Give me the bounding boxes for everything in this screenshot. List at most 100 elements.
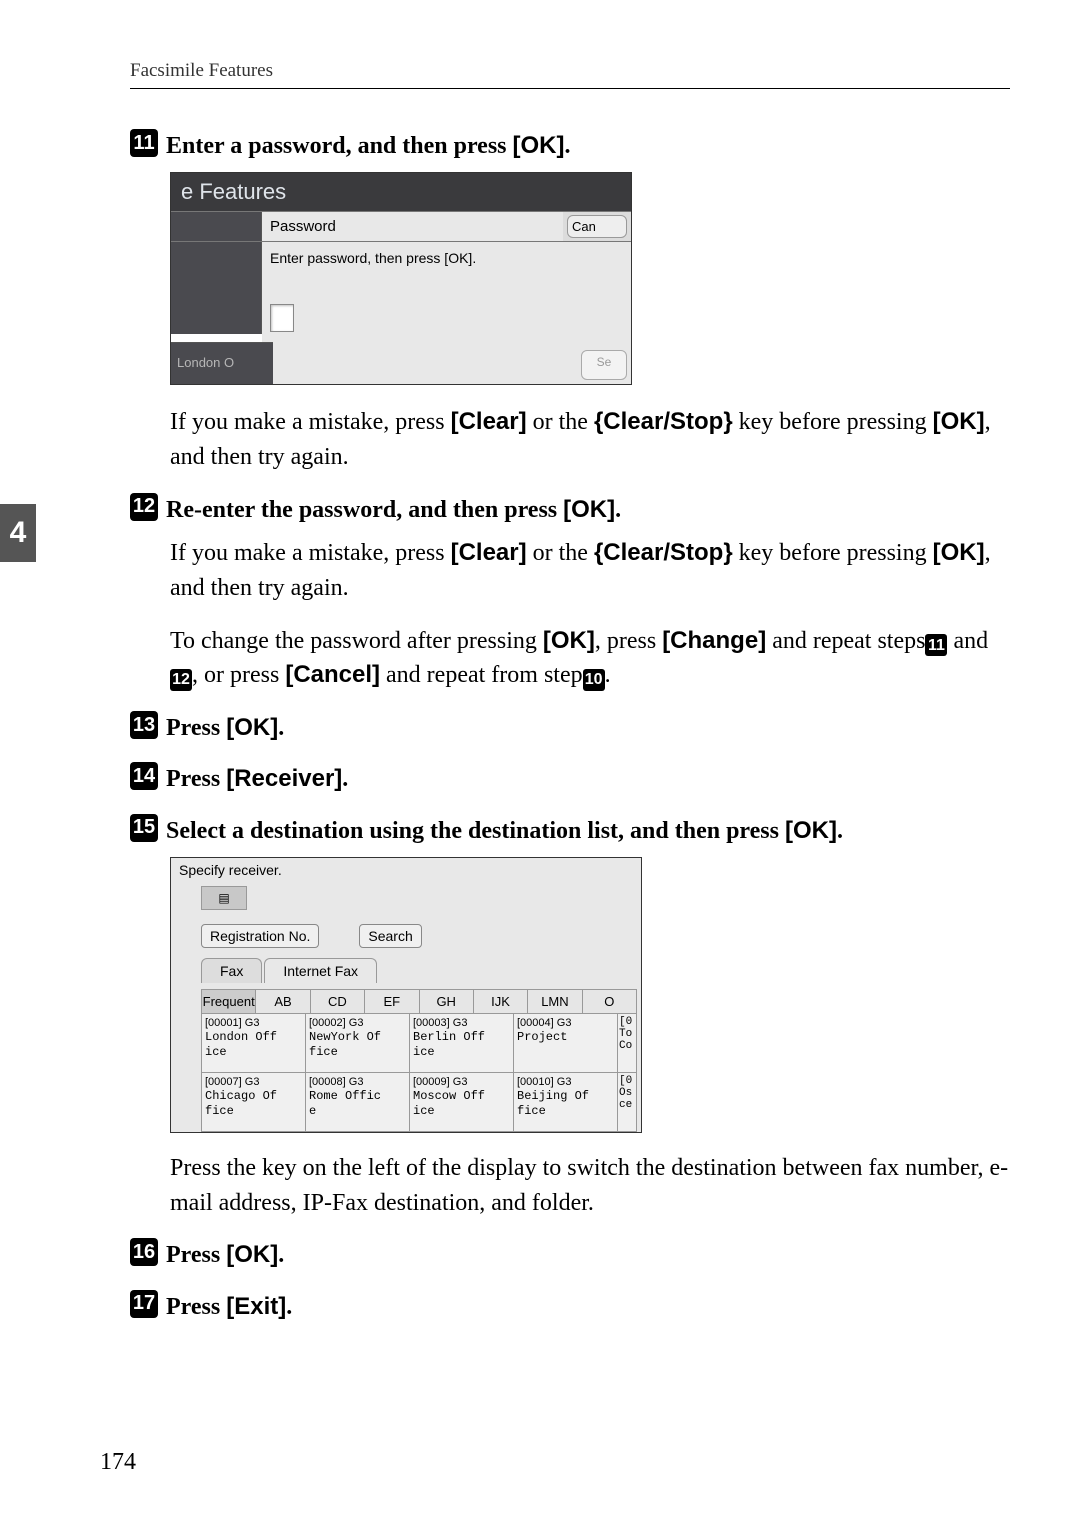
step-14-number: 14 bbox=[130, 762, 158, 790]
dest-row2-partial[interactable]: [0 Os ce bbox=[618, 1072, 637, 1132]
p3f: and bbox=[947, 628, 988, 654]
p1-ok: [OK] bbox=[933, 408, 985, 435]
p1a: If you make a mistake, press bbox=[170, 409, 451, 435]
dest-row-1: [00001] G3London Off ice [00002] G3NewYo… bbox=[201, 1013, 637, 1073]
mode-tab-internetfax[interactable]: Internet Fax bbox=[264, 958, 377, 983]
ss1-se-button[interactable]: Se bbox=[581, 350, 627, 380]
step-17-number: 17 bbox=[130, 1290, 158, 1318]
dest-00008[interactable]: [00008] G3Rome Offic e bbox=[306, 1072, 410, 1132]
ss1-leftcol-top bbox=[171, 212, 262, 241]
p1-clear: [Clear] bbox=[451, 408, 527, 435]
ss1-london-label: London O bbox=[171, 342, 273, 384]
p3a: To change the password after pressing bbox=[170, 628, 543, 654]
p1g: key before pressing bbox=[733, 409, 933, 435]
step-12-title-a: Re-enter the password, and then press bbox=[166, 497, 563, 523]
step-14-receiver: [Receiver] bbox=[226, 765, 342, 792]
dest-00010-code: [00010] G3 bbox=[517, 1076, 571, 1088]
alpha-ab[interactable]: AB bbox=[256, 990, 310, 1013]
screenshot-password: e Features Password Can Enter password, … bbox=[170, 172, 632, 385]
ss1-password-input[interactable] bbox=[270, 304, 294, 332]
step-15-title-c: . bbox=[837, 818, 843, 844]
alpha-lmn[interactable]: LMN bbox=[528, 990, 582, 1013]
p2a: If you make a mistake, press bbox=[170, 540, 451, 566]
p3g: , or press bbox=[192, 662, 285, 688]
step-16-title-c: . bbox=[278, 1242, 284, 1268]
p3-cancel: [Cancel] bbox=[285, 661, 380, 688]
p3c: , press bbox=[595, 628, 662, 654]
step-11-number: 11 bbox=[130, 129, 158, 157]
step-15-title-a: Select a destination using the destinati… bbox=[166, 818, 785, 844]
p3-ok: [OK] bbox=[543, 627, 595, 654]
dest-00002-code: [00002] G3 bbox=[309, 1017, 363, 1029]
dest-00009-code: [00009] G3 bbox=[413, 1076, 467, 1088]
alpha-o[interactable]: O bbox=[583, 990, 636, 1013]
step-11-title: Enter a password, and then press [OK]. bbox=[166, 129, 571, 162]
p1-bracket-r: } bbox=[723, 408, 732, 435]
dest-row1-partial[interactable]: [0 To Co bbox=[618, 1013, 637, 1073]
step-15-number: 15 bbox=[130, 814, 158, 842]
p2-bracket-l: { bbox=[594, 539, 603, 566]
alpha-ijk[interactable]: IJK bbox=[474, 990, 528, 1013]
step-11-title-c: . bbox=[565, 133, 571, 159]
para-after-15: Press the key on the left of the display… bbox=[170, 1151, 1010, 1221]
para-after-12b: To change the password after pressing [O… bbox=[170, 624, 1010, 694]
side-tab: 4 bbox=[0, 504, 36, 562]
step-11-ok: [OK] bbox=[513, 132, 565, 159]
dest-00009[interactable]: [00009] G3Moscow Off ice bbox=[410, 1072, 514, 1132]
alpha-gh[interactable]: GH bbox=[420, 990, 474, 1013]
ss1-password-label: Password bbox=[262, 212, 563, 241]
screenshot-destination: Specify receiver. ▤ Registration No. Sea… bbox=[170, 857, 642, 1133]
p3e: and repeat steps bbox=[766, 628, 925, 654]
p2g: key before pressing bbox=[733, 540, 933, 566]
header-rule bbox=[130, 88, 1010, 89]
para-after-12a: If you make a mistake, press [Clear] or … bbox=[170, 536, 1010, 606]
alpha-frequent[interactable]: Frequent bbox=[202, 990, 256, 1013]
page-number: 174 bbox=[100, 1449, 136, 1476]
dest-00003[interactable]: [00003] G3Berlin Off ice bbox=[410, 1013, 514, 1073]
p2-bracket-r: } bbox=[723, 539, 732, 566]
p1c: or the bbox=[527, 409, 594, 435]
step-15-ok: [OK] bbox=[785, 817, 837, 844]
step-14-title-c: . bbox=[342, 766, 348, 792]
dest-00001[interactable]: [00001] G3London Off ice bbox=[202, 1013, 306, 1073]
step-ref-12: 12 bbox=[170, 669, 192, 691]
step-14-title-a: Press bbox=[166, 766, 226, 792]
channel-fax-icon[interactable]: ▤ bbox=[201, 886, 247, 910]
alpha-cd[interactable]: CD bbox=[311, 990, 365, 1013]
mode-tab-fax[interactable]: Fax bbox=[201, 958, 262, 983]
search-button[interactable]: Search bbox=[359, 924, 421, 948]
dest-00002-name: NewYork Of fice bbox=[309, 1030, 381, 1058]
ss1-leftcol-mid bbox=[171, 242, 262, 334]
ss1-cancel-button[interactable]: Can bbox=[567, 215, 627, 238]
step-16-title: Press [OK]. bbox=[166, 1238, 284, 1271]
dest-00010-name: Beijing Of fice bbox=[517, 1089, 589, 1117]
dest-00010[interactable]: [00010] G3Beijing Of fice bbox=[514, 1072, 618, 1132]
step-17-exit: [Exit] bbox=[226, 1293, 286, 1320]
dest-00004[interactable]: [00004] G3Project bbox=[514, 1013, 618, 1073]
dest-00002[interactable]: [00002] G3NewYork Of fice bbox=[306, 1013, 410, 1073]
dest-00007-name: Chicago Of fice bbox=[205, 1089, 277, 1117]
dest-row-2: [00007] G3Chicago Of fice [00008] G3Rome… bbox=[201, 1072, 637, 1132]
dest-00001-code: [00001] G3 bbox=[205, 1017, 259, 1029]
p2-clearstop: Clear/Stop bbox=[603, 539, 723, 566]
dest-00007[interactable]: [00007] G3Chicago Of fice bbox=[202, 1072, 306, 1132]
registration-no-button[interactable]: Registration No. bbox=[201, 924, 319, 948]
step-12-number: 12 bbox=[130, 493, 158, 521]
ss1-right-fill: Se bbox=[273, 342, 631, 384]
dest-00003-code: [00003] G3 bbox=[413, 1017, 467, 1029]
step-13-number: 13 bbox=[130, 711, 158, 739]
p3i: and repeat from step bbox=[380, 662, 583, 688]
p2c: or the bbox=[527, 540, 594, 566]
ss1-prompt: Enter password, then press [OK]. bbox=[262, 242, 631, 276]
alpha-ef[interactable]: EF bbox=[365, 990, 419, 1013]
p2-ok: [OK] bbox=[933, 539, 985, 566]
step-ref-11: 11 bbox=[925, 634, 947, 656]
step-ref-10: 10 bbox=[583, 669, 605, 691]
dest-00003-name: Berlin Off ice bbox=[413, 1030, 485, 1058]
ss1-titlebar: e Features bbox=[171, 173, 631, 211]
step-12-ok: [OK] bbox=[563, 496, 615, 523]
step-17-title: Press [Exit]. bbox=[166, 1290, 292, 1323]
p3-change: [Change] bbox=[662, 627, 766, 654]
step-17-title-a: Press bbox=[166, 1294, 226, 1320]
dest-00007-code: [00007] G3 bbox=[205, 1076, 259, 1088]
